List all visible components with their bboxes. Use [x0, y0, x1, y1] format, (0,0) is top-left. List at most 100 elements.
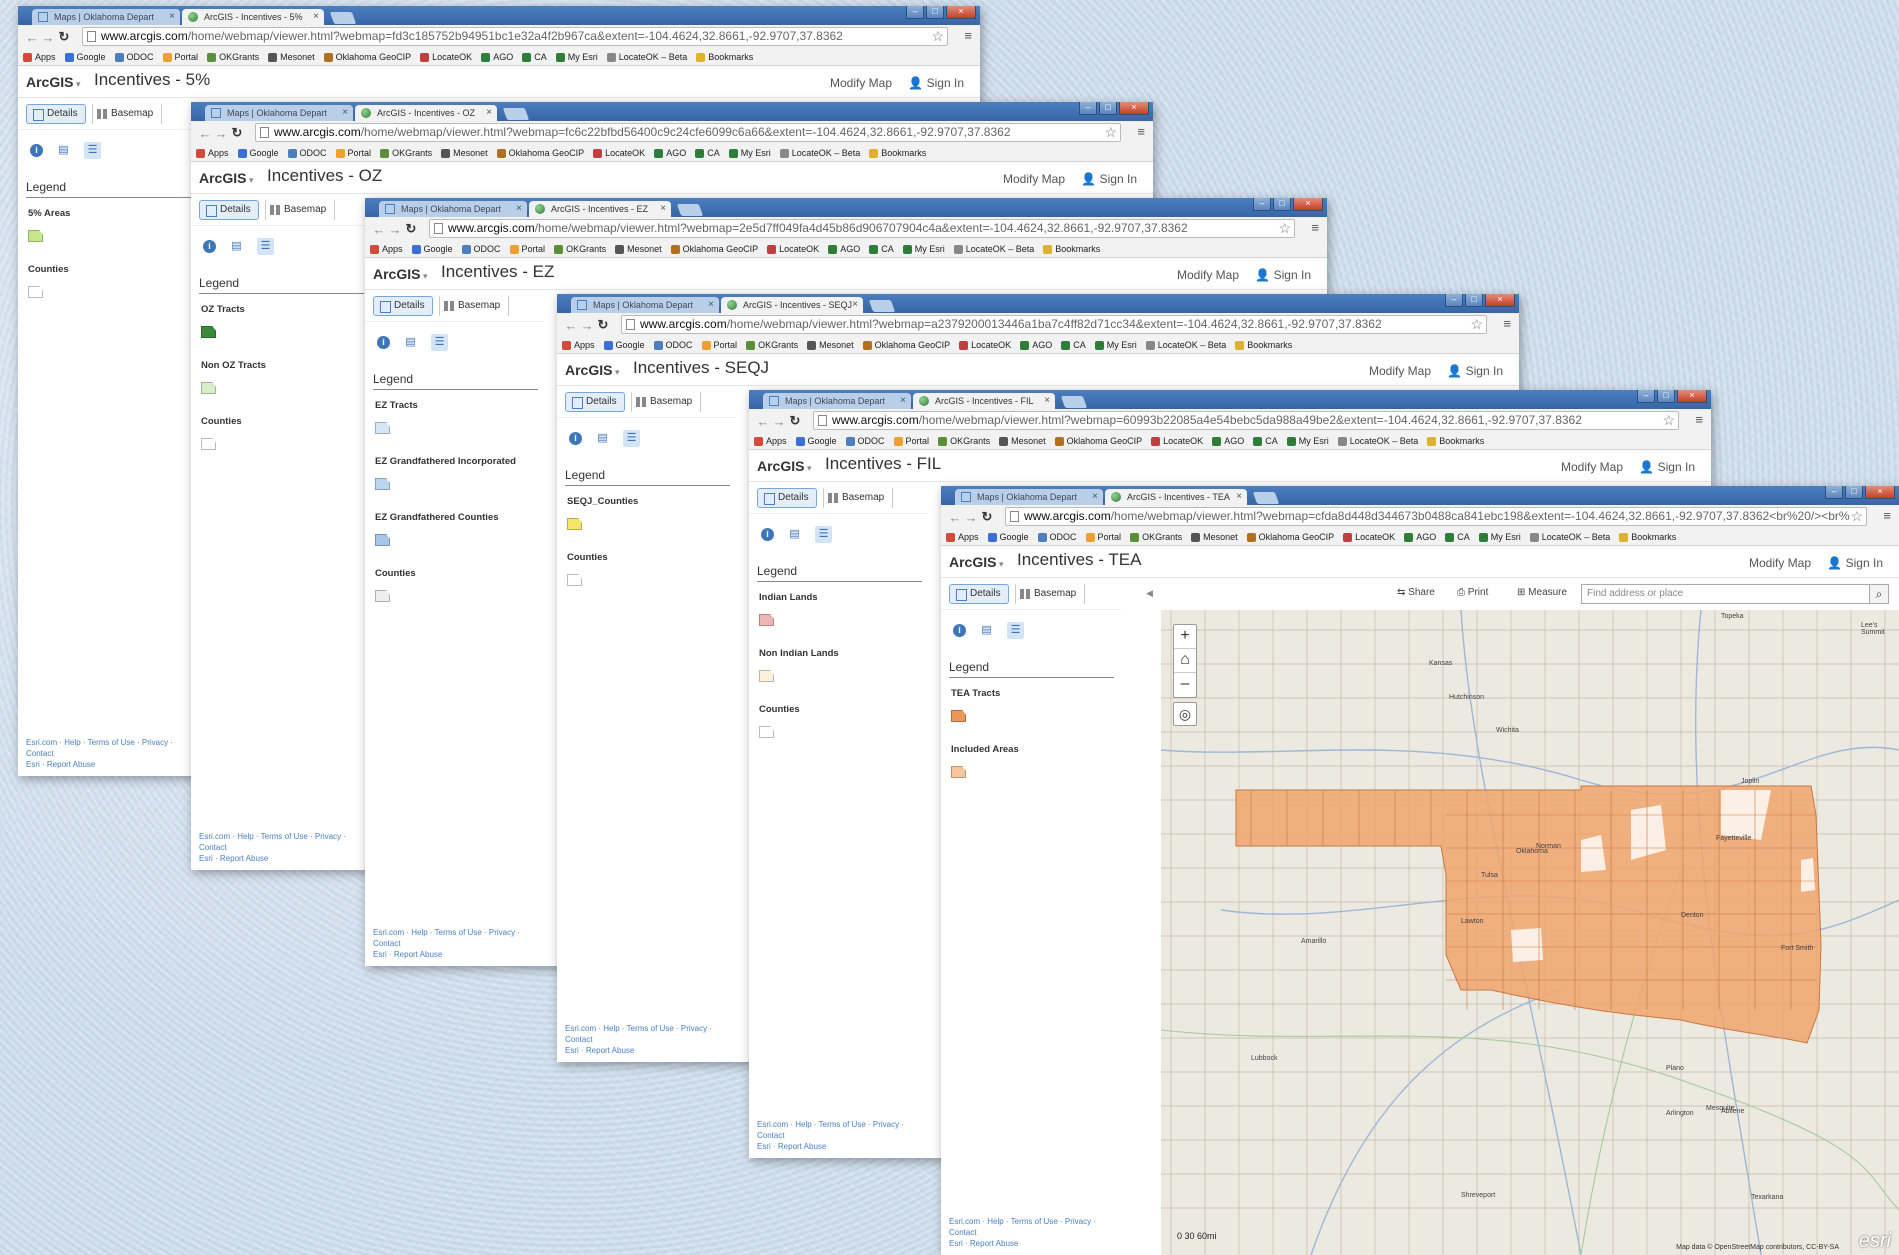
tab-arcgis-incentives[interactable]: ArcGIS - Incentives - 5% × — [182, 9, 324, 25]
bookmark-item[interactable]: Google — [64, 52, 106, 62]
details-button[interactable]: Details — [565, 392, 625, 412]
bookmark-item[interactable]: Bookmarks — [696, 52, 753, 62]
footer-line[interactable]: Esri.com · Help · Terms of Use · Privacy… — [26, 737, 198, 759]
bookmark-item[interactable]: My Esri — [902, 244, 945, 254]
bookmark-item[interactable]: Oklahoma GeoCIP — [670, 244, 758, 254]
basemap-button[interactable]: Basemap — [1015, 584, 1086, 604]
basemap-button[interactable]: Basemap — [823, 488, 894, 508]
modify-map-link[interactable]: Modify Map — [1003, 172, 1065, 186]
bookmark-item[interactable]: OKGrants — [554, 244, 606, 254]
reload-icon[interactable]: ↻ — [229, 125, 245, 141]
bookmark-item[interactable]: Mesonet — [268, 52, 315, 62]
bookmark-item[interactable]: Apps — [754, 436, 787, 446]
address-bar[interactable]: www.arcgis.com/home/webmap/viewer.html?w… — [429, 219, 1295, 238]
reload-icon[interactable]: ↻ — [403, 221, 419, 237]
footer-line[interactable]: Esri · Report Abuse — [757, 1141, 929, 1152]
footer-links[interactable]: Esri.com · Help · Terms of Use · Privacy… — [565, 1023, 737, 1056]
legend-icon[interactable]: ☰ — [1007, 622, 1024, 639]
bookmark-item[interactable]: Portal — [701, 340, 737, 350]
back-icon[interactable]: ← — [755, 414, 771, 429]
arcgis-brand-menu[interactable]: ArcGIS ▾ — [373, 266, 428, 282]
bookmark-item[interactable]: Mesonet — [807, 340, 854, 350]
bookmark-item[interactable]: Google — [795, 436, 837, 446]
bookmark-item[interactable]: CA — [695, 148, 720, 158]
new-tab-button[interactable] — [868, 300, 896, 312]
new-tab-button[interactable] — [1252, 492, 1280, 504]
details-button[interactable]: Details — [199, 200, 259, 220]
bookmark-item[interactable]: Google — [237, 148, 279, 158]
bookmark-item[interactable]: Portal — [1085, 532, 1121, 542]
tab-maps-oklahoma[interactable]: Maps | Oklahoma Depart × — [205, 105, 353, 121]
menu-icon[interactable]: ≡ — [1883, 508, 1891, 523]
maximize-button[interactable]: □ — [926, 6, 944, 19]
arcgis-brand-menu[interactable]: ArcGIS ▾ — [949, 554, 1004, 570]
bookmark-item[interactable]: LocateOK – Beta — [1337, 436, 1418, 446]
bookmark-item[interactable]: My Esri — [1094, 340, 1137, 350]
bookmark-item[interactable]: Portal — [893, 436, 929, 446]
back-icon[interactable]: ← — [24, 30, 40, 45]
bookmark-item[interactable]: Google — [987, 532, 1029, 542]
locate-icon[interactable]: ◎ — [1173, 702, 1197, 726]
forward-icon[interactable]: → — [963, 510, 979, 525]
info-icon[interactable]: i — [569, 432, 582, 445]
bookmark-item[interactable]: Apps — [370, 244, 403, 254]
tab-maps-oklahoma[interactable]: Maps | Oklahoma Depart × — [571, 297, 719, 313]
bookmark-item[interactable]: Oklahoma GeoCIP — [323, 52, 411, 62]
forward-icon[interactable]: → — [387, 222, 403, 237]
bookmark-item[interactable]: CA — [522, 52, 547, 62]
measure-button[interactable]: ⊞ Measure — [1517, 587, 1567, 598]
details-button[interactable]: Details — [373, 296, 433, 316]
bookmark-item[interactable]: LocateOK – Beta — [606, 52, 687, 62]
bookmark-item[interactable]: LocateOK – Beta — [1145, 340, 1226, 350]
bookmark-item[interactable]: AGO — [1404, 532, 1436, 542]
bookmark-item[interactable]: Google — [411, 244, 453, 254]
search-icon[interactable]: ⌕ — [1869, 584, 1889, 604]
menu-icon[interactable]: ≡ — [1137, 124, 1145, 139]
info-icon[interactable]: i — [377, 336, 390, 349]
tab-maps-oklahoma[interactable]: Maps | Oklahoma Depart × — [763, 393, 911, 409]
modify-map-link[interactable]: Modify Map — [830, 76, 892, 90]
footer-line[interactable]: Esri.com · Help · Terms of Use · Privacy… — [199, 831, 371, 853]
bookmark-star-icon[interactable]: ☆ — [1278, 220, 1291, 237]
basemap-button[interactable]: Basemap — [631, 392, 702, 412]
close-tab-icon[interactable]: × — [708, 297, 714, 313]
basemap-button[interactable]: Basemap — [439, 296, 510, 316]
map-canvas[interactable]: Topeka Kansas Hutchinson Wichita Joplin Fayet… — [1161, 610, 1899, 1255]
footer-line[interactable]: Esri.com · Help · Terms of Use · Privacy… — [949, 1216, 1121, 1238]
bookmark-item[interactable]: OKGrants — [380, 148, 432, 158]
footer-line[interactable]: Esri · Report Abuse — [949, 1238, 1121, 1249]
footer-links[interactable]: Esri.com · Help · Terms of Use · Privacy… — [199, 831, 371, 864]
bookmark-star-icon[interactable]: ☆ — [1470, 316, 1483, 333]
content-icon[interactable]: ▤ — [786, 526, 803, 543]
bookmark-item[interactable]: LocateOK — [1151, 436, 1203, 446]
address-bar[interactable]: www.arcgis.com/home/webmap/viewer.html?w… — [1005, 507, 1867, 526]
footer-line[interactable]: Esri.com · Help · Terms of Use · Privacy… — [565, 1023, 737, 1045]
tab-arcgis-incentives[interactable]: ArcGIS - Incentives - FIL × — [913, 393, 1055, 409]
bookmark-item[interactable]: CA — [1253, 436, 1278, 446]
sign-in-link[interactable]: 👤 Sign In — [908, 76, 964, 90]
bookmark-item[interactable]: AGO — [654, 148, 686, 158]
forward-icon[interactable]: → — [771, 414, 787, 429]
sign-in-link[interactable]: 👤 Sign In — [1081, 172, 1137, 186]
legend-icon[interactable]: ☰ — [431, 334, 448, 351]
bookmark-item[interactable]: Oklahoma GeoCIP — [1054, 436, 1142, 446]
bookmark-item[interactable]: AGO — [828, 244, 860, 254]
bookmark-item[interactable]: LocateOK — [959, 340, 1011, 350]
modify-map-link[interactable]: Modify Map — [1177, 268, 1239, 282]
minimize-button[interactable]: – — [906, 6, 924, 19]
bookmark-item[interactable]: AGO — [1212, 436, 1244, 446]
bookmark-item[interactable]: CA — [869, 244, 894, 254]
close-tab-icon[interactable]: × — [169, 9, 175, 25]
content-icon[interactable]: ▤ — [978, 622, 995, 639]
bookmark-item[interactable]: Mesonet — [999, 436, 1046, 446]
close-tab-icon[interactable]: × — [1092, 489, 1098, 505]
bookmark-item[interactable]: ODOC — [287, 148, 327, 158]
bookmark-item[interactable]: Portal — [335, 148, 371, 158]
new-tab-button[interactable] — [502, 108, 530, 120]
close-tab-icon[interactable]: × — [313, 9, 319, 25]
tab-maps-oklahoma[interactable]: Maps | Oklahoma Depart × — [955, 489, 1103, 505]
sign-in-link[interactable]: 👤 Sign In — [1639, 460, 1695, 474]
new-tab-button[interactable] — [1060, 396, 1088, 408]
bookmark-item[interactable]: OKGrants — [746, 340, 798, 350]
basemap-button[interactable]: Basemap — [92, 104, 163, 124]
